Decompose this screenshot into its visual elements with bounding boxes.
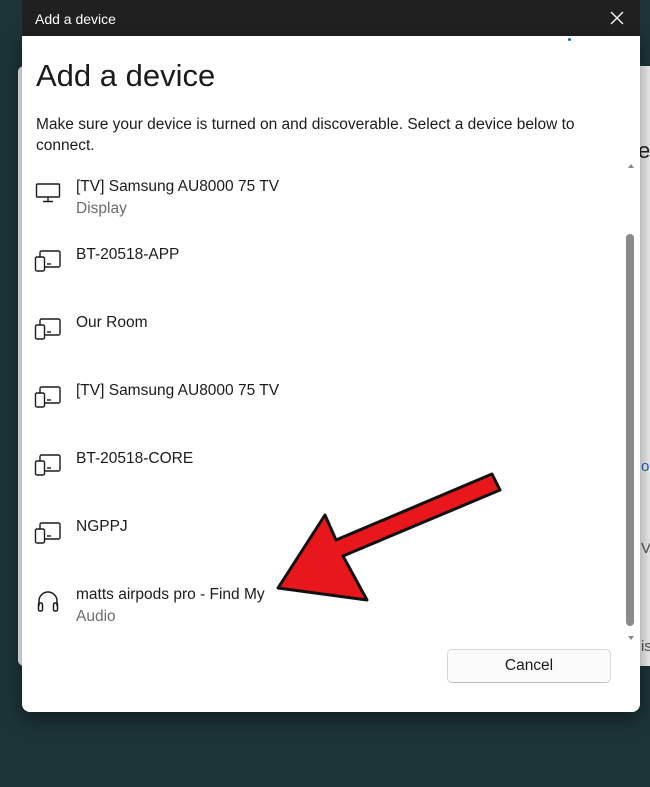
device-name: Our Room (76, 314, 148, 331)
device-name: NGPPJ (76, 518, 128, 535)
device-item[interactable]: [TV] Samsung AU8000 75 TV Display (22, 176, 622, 236)
device-name: BT-20518-CORE (76, 450, 194, 467)
device-type: Display (76, 200, 127, 217)
devices-icon (34, 385, 62, 409)
dialog-instructions: Make sure your device is turned on and d… (36, 116, 575, 154)
dialog-heading: Add a device (36, 58, 216, 93)
device-item[interactable]: BT-20518-APP (22, 244, 622, 304)
close-button[interactable] (606, 7, 628, 29)
device-list-scrollbar[interactable] (624, 160, 638, 644)
device-item[interactable]: matts airpods pro - Find My Audio (22, 584, 622, 644)
device-item[interactable]: [TV] Samsung AU8000 75 TV (22, 380, 622, 440)
device-item[interactable]: BT-20518-CORE (22, 448, 622, 508)
add-device-dialog: Add a device Make sure your device is tu… (22, 36, 640, 712)
background-partial-link: o (641, 458, 650, 475)
cancel-button[interactable]: Cancel (447, 649, 611, 683)
progress-indicator (568, 38, 571, 41)
headphones-icon (34, 589, 62, 613)
scroll-down-arrow-icon[interactable] (624, 632, 638, 644)
device-item[interactable]: Our Room (22, 312, 622, 372)
devices-icon (34, 317, 62, 341)
scroll-up-arrow-icon[interactable] (624, 160, 638, 172)
devices-icon (34, 249, 62, 273)
device-name: [TV] Samsung AU8000 75 TV (76, 382, 280, 399)
close-icon (610, 11, 624, 25)
device-name: BT-20518-APP (76, 246, 180, 263)
device-list: [TV] Samsung AU8000 75 TV Display BT-205… (22, 176, 622, 646)
devices-icon (34, 521, 62, 545)
background-partial-text: V (641, 540, 650, 557)
background-partial-text: is (641, 638, 650, 655)
window-title: Add a device (35, 11, 116, 27)
devices-icon (34, 453, 62, 477)
monitor-icon (34, 181, 62, 205)
window-titlebar: Add a device (22, 0, 640, 36)
device-name: [TV] Samsung AU8000 75 TV (76, 178, 280, 195)
scrollbar-thumb[interactable] (626, 234, 634, 626)
device-name: matts airpods pro - Find My (76, 586, 265, 603)
device-item[interactable]: NGPPJ (22, 516, 622, 576)
device-type: Audio (76, 608, 116, 625)
